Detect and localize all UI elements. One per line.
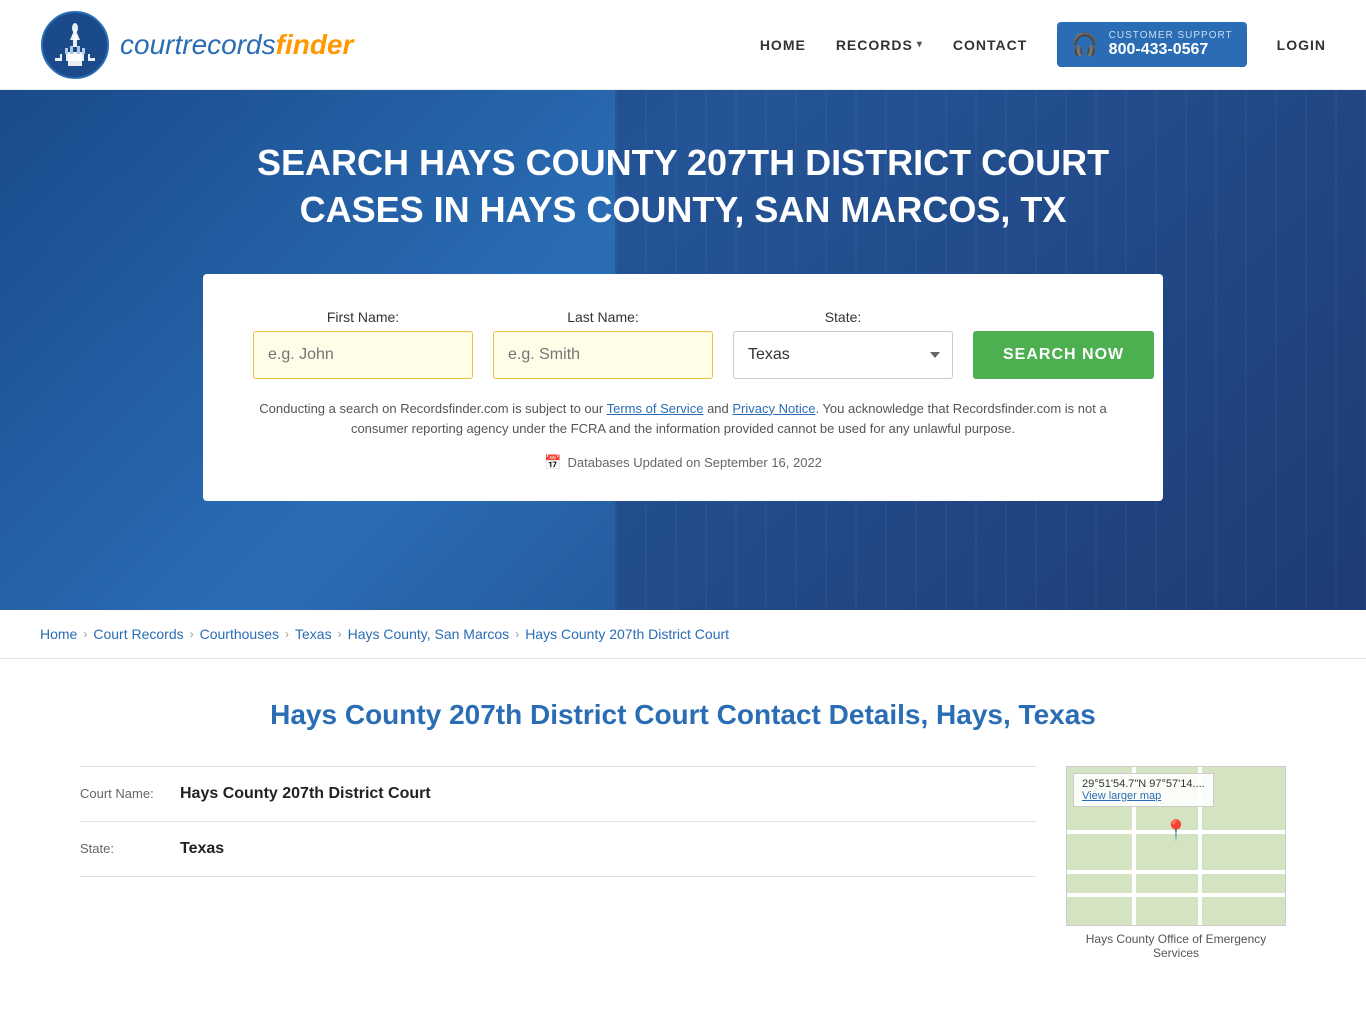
map-label: Hays County Office of Emergency Services	[1066, 932, 1286, 960]
first-name-input[interactable]	[253, 331, 473, 379]
court-name-label: Court Name:	[80, 786, 170, 801]
breadcrumb-sep-4: ›	[338, 627, 342, 641]
map-coords-box: 29°51'54.7"N 97°57'14.... View larger ma…	[1073, 773, 1214, 807]
logo-link[interactable]: courtrecordsfinder	[40, 10, 760, 80]
breadcrumb-sep-2: ›	[190, 627, 194, 641]
nav-contact[interactable]: CONTACT	[953, 37, 1027, 53]
first-name-group: First Name:	[253, 309, 473, 379]
map-road	[1067, 870, 1285, 874]
breadcrumb: Home › Court Records › Courthouses › Tex…	[0, 610, 1366, 659]
table-row: State: Texas	[80, 821, 1036, 877]
support-box: 🎧 CUSTOMER SUPPORT 800-433-0567	[1057, 22, 1246, 67]
support-label: CUSTOMER SUPPORT	[1109, 30, 1233, 41]
search-card: First Name: Last Name: State: Texas Alab…	[203, 274, 1163, 502]
chevron-down-icon: ▾	[917, 39, 923, 50]
breadcrumb-texas[interactable]: Texas	[295, 626, 332, 642]
search-fields: First Name: Last Name: State: Texas Alab…	[253, 309, 1113, 379]
main-content: Hays County 207th District Court Contact…	[0, 659, 1366, 1020]
state-select[interactable]: Texas AlabamaAlaskaArizona ArkansasCalif…	[733, 331, 953, 379]
court-name-value: Hays County 207th District Court	[180, 785, 431, 803]
last-name-input[interactable]	[493, 331, 713, 379]
site-header: courtrecordsfinder HOME RECORDS ▾ CONTAC…	[0, 0, 1366, 90]
logo-icon	[40, 10, 110, 80]
state-group: State: Texas AlabamaAlaskaArizona Arkans…	[733, 309, 953, 379]
nav-login[interactable]: LOGIN	[1277, 37, 1326, 53]
main-nav: HOME RECORDS ▾ CONTACT 🎧 CUSTOMER SUPPOR…	[760, 22, 1326, 67]
breadcrumb-court-records[interactable]: Court Records	[93, 626, 183, 642]
support-number: 800-433-0567	[1109, 41, 1233, 59]
breadcrumb-home[interactable]: Home	[40, 626, 77, 642]
state-label-detail: State:	[80, 841, 170, 856]
logo-text: courtrecordsfinder	[120, 29, 353, 61]
nav-records[interactable]: RECORDS ▾	[836, 37, 923, 53]
section-title: Hays County 207th District Court Contact…	[80, 699, 1286, 731]
nav-home[interactable]: HOME	[760, 37, 806, 53]
map-road	[1067, 893, 1285, 897]
map-coordinates: 29°51'54.7"N 97°57'14....	[1082, 778, 1205, 790]
details-layout: Court Name: Hays County 207th District C…	[80, 766, 1286, 960]
privacy-link[interactable]: Privacy Notice	[732, 401, 815, 416]
terms-link[interactable]: Terms of Service	[607, 401, 704, 416]
last-name-label: Last Name:	[493, 309, 713, 325]
state-label: State:	[733, 309, 953, 325]
calendar-icon: 📅	[544, 454, 561, 471]
map-pin: 📍	[1164, 818, 1189, 843]
search-button[interactable]: SEARCH NOW	[973, 331, 1154, 379]
breadcrumb-sep-5: ›	[515, 627, 519, 641]
first-name-label: First Name:	[253, 309, 473, 325]
hero-section: SEARCH HAYS COUNTY 207TH DISTRICT COURT …	[0, 90, 1366, 610]
state-value-detail: Texas	[180, 840, 224, 858]
map-area: 📍 29°51'54.7"N 97°57'14.... View larger …	[1066, 766, 1286, 960]
search-disclaimer: Conducting a search on Recordsfinder.com…	[253, 399, 1113, 441]
hero-title: SEARCH HAYS COUNTY 207TH DISTRICT COURT …	[233, 140, 1133, 234]
map-box: 📍 29°51'54.7"N 97°57'14.... View larger …	[1066, 766, 1286, 926]
view-larger-map-link[interactable]: View larger map	[1082, 790, 1205, 802]
last-name-group: Last Name:	[493, 309, 713, 379]
details-table: Court Name: Hays County 207th District C…	[80, 766, 1036, 877]
headset-icon: 🎧	[1071, 32, 1098, 58]
breadcrumb-hays-county[interactable]: Hays County, San Marcos	[348, 626, 510, 642]
breadcrumb-sep-3: ›	[285, 627, 289, 641]
table-row: Court Name: Hays County 207th District C…	[80, 766, 1036, 821]
breadcrumb-current: Hays County 207th District Court	[525, 626, 729, 642]
breadcrumb-courthouses[interactable]: Courthouses	[200, 626, 279, 642]
db-updated: 📅 Databases Updated on September 16, 202…	[253, 454, 1113, 471]
breadcrumb-sep-1: ›	[83, 627, 87, 641]
